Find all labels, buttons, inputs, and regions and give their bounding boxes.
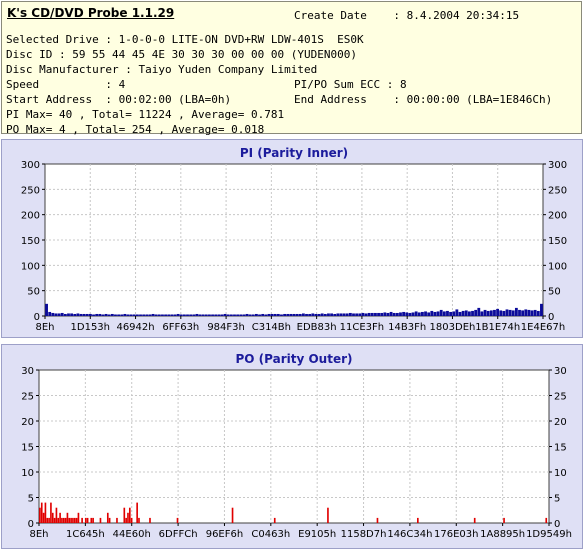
pi-ytick-label-right: 250 — [548, 185, 567, 196]
pi-ytick-label-right: 200 — [548, 211, 567, 222]
create-date: Create Date : 8.4.2004 20:34:15 — [294, 9, 520, 22]
pi-chart-panel: PI (Parity Inner) 300 300 250 250 200 200 150 15… — [1, 139, 583, 338]
po-ytick-label-right: 15 — [554, 443, 567, 454]
pi-xtick-label: EDB83h — [297, 322, 337, 333]
speed: Speed : 4 — [6, 78, 126, 91]
po-xtick-label: C0463h — [251, 529, 290, 540]
po-xtick-label: 1D9549h — [526, 529, 572, 540]
disc-manufacturer: Disc Manufacturer : Taiyo Yuden Company … — [6, 63, 318, 76]
pi-ytick-label-right: 150 — [548, 236, 567, 247]
po-xtick-label: 8Eh — [29, 529, 48, 540]
po-ytick-label: 30 — [21, 366, 34, 377]
po-xtick-label: 1A8895h — [480, 529, 525, 540]
po-ytick-label: 25 — [21, 392, 34, 403]
po-ytick-label-right: 25 — [554, 392, 567, 403]
selected-drive: Selected Drive : 1-0-0-0 LITE-ON DVD+RW … — [6, 33, 364, 46]
po-chart-title: PO (Parity Outer) — [235, 352, 352, 366]
pi-xtick-label: 46942h — [116, 322, 154, 333]
po-ytick-label: 20 — [21, 417, 34, 428]
po-xtick-label: 44E60h — [113, 529, 151, 540]
pi-xtick-label: 6FF63h — [162, 322, 199, 333]
po-xtick-label: E9105h — [298, 529, 336, 540]
pi-xtick-label: C314Bh — [252, 322, 291, 333]
po-ytick-label-right: 10 — [554, 468, 567, 479]
pi-ytick-label-right: 100 — [548, 261, 567, 272]
pi-ytick-label-right: 50 — [548, 287, 561, 298]
start-address: Start Address : 00:02:00 (LBA=0h) — [6, 93, 232, 106]
po-xtick-label: 96EF6h — [206, 529, 244, 540]
po-chart: PO (Parity Outer)30 3025 2520 2015 1510 105 50… — [21, 352, 572, 540]
po-ytick-label: 5 — [28, 494, 34, 505]
po-xtick-label: 6DFFCh — [159, 529, 198, 540]
pi-ytick-label: 100 — [21, 261, 40, 272]
pi-xtick-label: 8Eh — [35, 322, 54, 333]
po-ytick-label-right: 5 — [554, 494, 560, 505]
disc-id: Disc ID : 59 55 44 45 4E 30 30 30 00 00 … — [6, 48, 357, 61]
pi-xtick-label: 1803DEh — [430, 322, 476, 333]
po-ytick-label: 10 — [21, 468, 34, 479]
pi-ytick-label: 300 — [21, 160, 40, 171]
po-xtick-label: 176E03h — [434, 529, 478, 540]
po-ytick-label: 15 — [21, 443, 34, 454]
po-ytick-label-right: 20 — [554, 417, 567, 428]
pi-ytick-label: 250 — [21, 185, 40, 196]
po-xtick-label: 1158D7h — [341, 529, 387, 540]
pi-ytick-label: 50 — [27, 287, 40, 298]
pi-xtick-label: 984F3h — [207, 322, 245, 333]
pi-xtick-label: 11CE3Fh — [340, 322, 384, 333]
po-summary: PO Max= 4 , Total= 254 , Average= 0.018 — [6, 123, 265, 136]
po-xtick-label: 1C645h — [66, 529, 105, 540]
end-address: End Address : 00:00:00 (LBA=1E846Ch) — [294, 93, 553, 106]
po-xtick-label: 146C34h — [387, 529, 432, 540]
app-title: K's CD/DVD Probe 1.1.29 — [7, 6, 175, 20]
po-ytick-label-right: 30 — [554, 366, 567, 377]
pi-xtick-label: 14B3Fh — [388, 322, 426, 333]
pi-chart-title: PI (Parity Inner) — [240, 146, 348, 160]
disc-info-panel: K's CD/DVD Probe 1.1.29 Create Date : 8.… — [1, 1, 582, 136]
po-chart-panel: PO (Parity Outer) 30 30 25 25 20 20 15 15 10 10 5 5 0… — [1, 344, 583, 549]
pipo-sum-ecc: PI/PO Sum ECC : 8 — [294, 78, 407, 91]
pi-xtick-label: 1D153h — [71, 322, 111, 333]
pi-ytick-label-right: 300 — [548, 160, 567, 171]
pi-ytick-label: 200 — [21, 211, 40, 222]
pi-summary: PI Max= 40 , Total= 11224 , Average= 0.7… — [6, 108, 285, 121]
pi-xtick-label: 1B1E74h — [475, 322, 520, 333]
pi-chart: PI (Parity Inner) 300 300 250 250 200 200 150 15… — [21, 146, 567, 333]
pi-ytick-label: 150 — [21, 236, 40, 247]
pi-xtick-label: 1E4E67h — [521, 322, 565, 333]
